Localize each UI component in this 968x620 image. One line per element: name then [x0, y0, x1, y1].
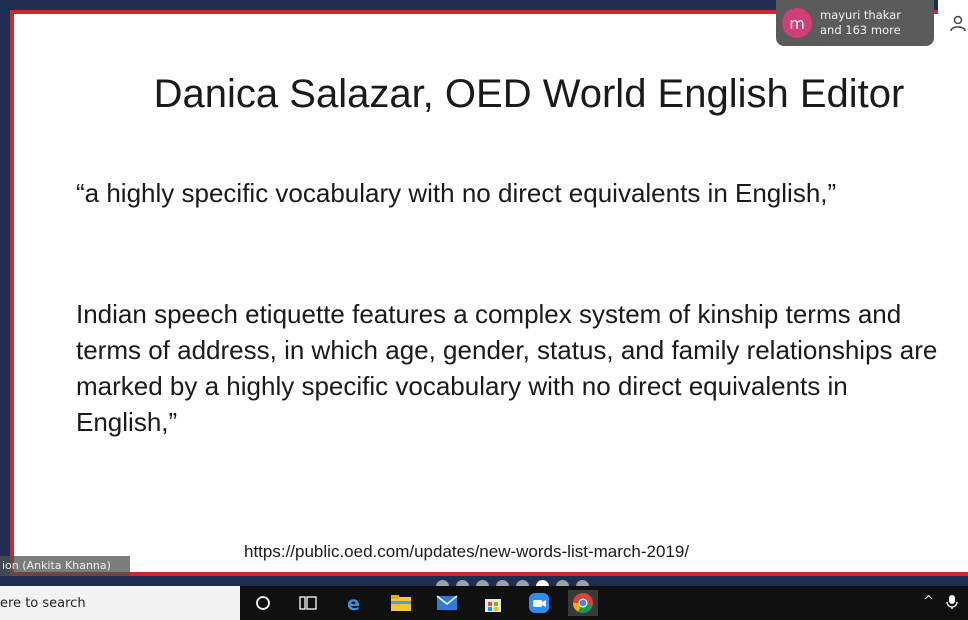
system-tray: ^: [923, 594, 958, 610]
participant-info: mayuri thakar and 163 more: [820, 8, 901, 38]
svg-text:e: e: [347, 593, 360, 613]
people-button[interactable]: [938, 0, 968, 46]
slide-source-url: https://public.oed.com/updates/new-words…: [244, 542, 690, 561]
slide-quote-line: terms of address, in which age, gender, …: [76, 335, 938, 365]
person-icon: [950, 15, 966, 32]
slide-title: Danica Salazar, OED World English Editor: [153, 72, 905, 116]
task-view-icon[interactable]: [293, 590, 323, 616]
slide-quote-line: Indian speech etiquette features a compl…: [76, 299, 902, 329]
slide-quote-short: “a highly specific vocabulary with no di…: [76, 178, 837, 208]
participant-name: mayuri thakar: [820, 8, 901, 22]
microphone-icon[interactable]: [946, 594, 958, 610]
slide-quote-long: Indian speech etiquette features a compl…: [76, 296, 968, 440]
cortana-icon[interactable]: [248, 590, 278, 616]
slide-quote-line: marked by a highly specific vocabulary w…: [76, 371, 848, 401]
zoom-icon[interactable]: [524, 590, 554, 616]
mail-icon[interactable]: [432, 590, 462, 616]
slide-quote-line: English,”: [76, 407, 178, 437]
chrome-icon[interactable]: [568, 590, 598, 616]
meeting-screen: Danica Salazar, OED World English Editor…: [0, 0, 968, 620]
windows-taskbar: ere to search e ^: [0, 586, 968, 620]
presenter-label: ion (Ankita Khanna): [0, 556, 130, 576]
shared-slide: Danica Salazar, OED World English Editor…: [10, 10, 968, 576]
file-explorer-icon[interactable]: [386, 590, 416, 616]
chevron-up-icon[interactable]: ^: [923, 594, 934, 610]
store-icon[interactable]: [478, 590, 508, 616]
taskbar-search-input[interactable]: ere to search: [0, 586, 240, 620]
participants-badge[interactable]: m mayuri thakar and 163 more: [776, 0, 934, 46]
participant-more: and 163 more: [820, 23, 901, 37]
edge-icon[interactable]: e: [340, 590, 370, 616]
avatar: m: [782, 8, 812, 38]
